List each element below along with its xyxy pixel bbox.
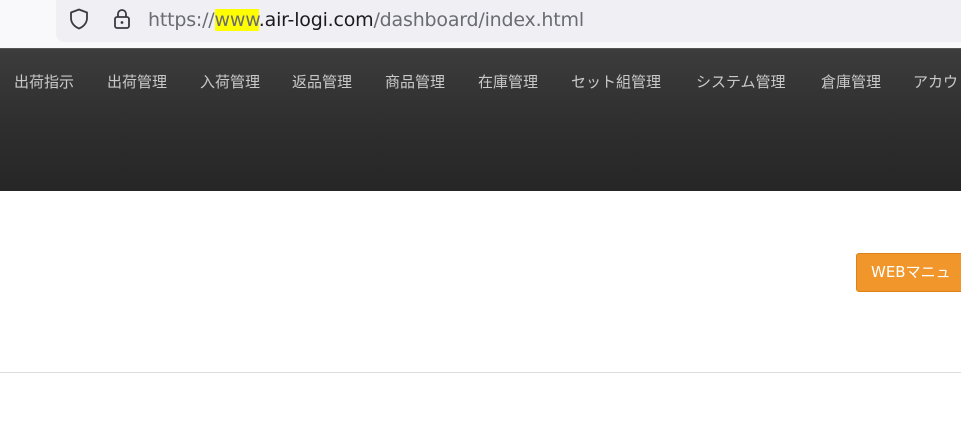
nav-item-returns-management[interactable]: 返品管理 <box>292 72 352 92</box>
url-text[interactable]: https://www.air-logi.com/dashboard/index… <box>148 7 584 33</box>
nav-item-warehouse-management[interactable]: 倉庫管理 <box>821 72 881 92</box>
nav-item-inventory-management[interactable]: 在庫管理 <box>478 72 538 92</box>
shield-icon[interactable] <box>67 7 91 31</box>
url-path: /dashboard/index.html <box>373 9 584 31</box>
main-navbar: 出荷指示 出荷管理 入荷管理 返品管理 商品管理 在庫管理 セット組管理 システ… <box>0 48 961 191</box>
nav-item-shipping-management[interactable]: 出荷管理 <box>107 72 167 92</box>
nav-item-set-assembly-management[interactable]: セット組管理 <box>571 72 661 92</box>
content-divider <box>0 372 961 373</box>
nav-item-shipping-instructions[interactable]: 出荷指示 <box>14 72 74 92</box>
nav-item-product-management[interactable]: 商品管理 <box>385 72 445 92</box>
nav-item-system-management[interactable]: システム管理 <box>696 72 786 92</box>
url-scheme: https:// <box>148 9 215 31</box>
main-content: WEBマニュ <box>0 191 961 372</box>
url-host: .air-logi.com <box>258 9 374 31</box>
nav-item-account[interactable]: アカウ <box>913 72 958 92</box>
url-subdomain-highlighted: www <box>214 9 259 31</box>
lock-icon[interactable] <box>110 7 134 31</box>
browser-toolbar: https://www.air-logi.com/dashboard/index… <box>0 0 961 48</box>
nav-item-receiving-management[interactable]: 入荷管理 <box>200 72 260 92</box>
web-manual-button[interactable]: WEBマニュ <box>856 253 961 292</box>
